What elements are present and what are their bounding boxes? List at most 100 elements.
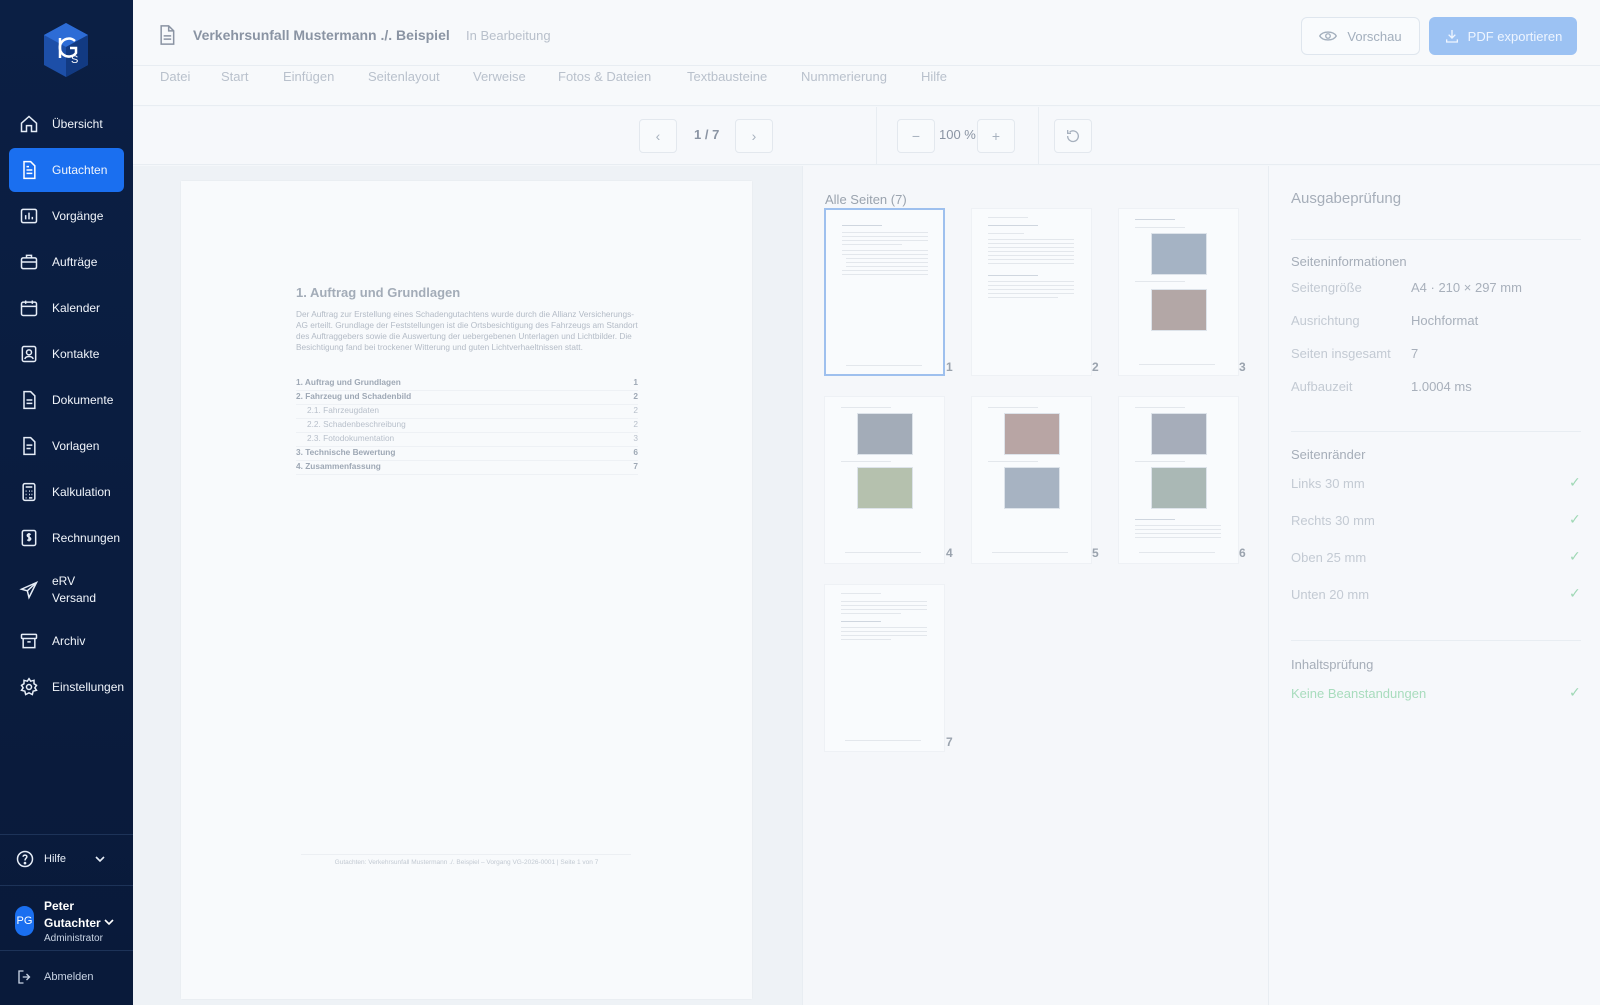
prev-page-button[interactable]: ‹ xyxy=(639,119,677,153)
preview-label: Vorschau xyxy=(1347,28,1402,44)
sidebar-item-vorgaenge[interactable]: Vorgänge xyxy=(9,194,124,238)
sidebar-item-label: Übersicht xyxy=(52,116,103,131)
page-indicator: 1 / 7 xyxy=(694,127,720,142)
sidebar-item-einstellungen[interactable]: Einstellungen xyxy=(9,665,124,709)
sidebar-item-dokumente[interactable]: Dokumente xyxy=(9,378,124,422)
page-thumbnail[interactable] xyxy=(824,396,945,564)
toolbar-separator xyxy=(876,107,877,165)
toc-entry[interactable]: 1. Auftrag und Grundlagen 1 xyxy=(296,377,638,391)
toc-entry[interactable]: 4. Zusammenfassung 7 xyxy=(296,461,638,475)
sidebar-item-erv-versand[interactable]: eRV Versand xyxy=(9,572,124,608)
menu-fotos-dateien[interactable]: Fotos & Dateien xyxy=(558,69,651,84)
logout-button[interactable]: Abmelden xyxy=(16,968,94,986)
menu-seitenlayout[interactable]: Seitenlayout xyxy=(368,69,440,84)
toc-entry[interactable]: 2.3. Fotodokumentation 3 xyxy=(296,433,638,447)
toc-entry[interactable]: 2.2. Schadenbeschreibung 2 xyxy=(296,419,638,433)
check-icon: ✓ xyxy=(1569,585,1581,601)
photo-placeholder xyxy=(1151,467,1207,509)
thumbnail-number: 2 xyxy=(1092,360,1099,374)
app-logo[interactable]: S xyxy=(42,22,90,78)
table-of-contents: 1. Auftrag und Grundlagen 1 2. Fahrzeug u… xyxy=(296,377,638,475)
template-icon xyxy=(23,436,36,456)
gear-icon xyxy=(20,677,38,696)
menu-textbausteine[interactable]: Textbausteine xyxy=(687,69,767,84)
document-viewer[interactable]: 1. Auftrag und Grundlagen Der Auftrag zu… xyxy=(133,166,802,1005)
file-icon xyxy=(23,390,36,410)
export-pdf-button[interactable]: PDF exportieren xyxy=(1429,17,1577,55)
sidebar-item-label: Archiv xyxy=(52,633,86,648)
next-page-button[interactable]: › xyxy=(735,119,773,153)
sidebar-item-gutachten[interactable]: Gutachten xyxy=(9,148,124,192)
eye-icon xyxy=(1319,31,1338,41)
margin-label: Links 30 mm xyxy=(1291,476,1365,491)
avatar: PG xyxy=(15,906,34,936)
help-menu[interactable]: Hilfe xyxy=(16,850,116,868)
panel-divider xyxy=(1291,431,1581,432)
refresh-button[interactable] xyxy=(1054,119,1092,153)
sidebar-item-kontakte[interactable]: Kontakte xyxy=(9,332,124,376)
contact-icon xyxy=(21,345,37,363)
page-footer: Gutachten: Verkehrsunfall Mustermann ./.… xyxy=(334,859,599,866)
sidebar-item-uebersicht[interactable]: Übersicht xyxy=(9,102,124,146)
user-menu[interactable]: PG Peter Gutachter Administrator xyxy=(15,896,125,946)
sidebar-item-auftraege[interactable]: Aufträge xyxy=(9,240,124,284)
zoom-in-button[interactable]: + xyxy=(977,119,1015,153)
chevron-down-icon xyxy=(104,919,114,926)
menu-nummerierung[interactable]: Nummerierung xyxy=(801,69,887,84)
menu-bar: Datei Start Einfügen Seitenlayout Verwei… xyxy=(133,66,1600,106)
thumbnail-number: 5 xyxy=(1092,546,1099,560)
sidebar-item-label: Rechnungen xyxy=(52,530,121,545)
sidebar-item-label: Aufträge xyxy=(52,254,98,269)
info-value: 1.0004 ms xyxy=(1411,379,1472,394)
menu-einfuegen[interactable]: Einfügen xyxy=(283,69,334,84)
page-thumbnail[interactable] xyxy=(1118,208,1239,376)
toc-entry[interactable]: 2. Fahrzeug und Schadenbild 2 xyxy=(296,391,638,405)
chevron-down-icon xyxy=(95,856,105,863)
margin-label: Oben 25 mm xyxy=(1291,550,1367,565)
page-thumbnail[interactable] xyxy=(824,208,945,376)
sidebar-item-vorlagen[interactable]: Vorlagen xyxy=(9,424,124,468)
toc-entry[interactable]: 2.1. Fahrzeugdaten 2 xyxy=(296,405,638,419)
photo-placeholder xyxy=(857,413,913,455)
sidebar-item-label: Kontakte xyxy=(52,346,100,361)
check-icon: ✓ xyxy=(1569,511,1581,527)
export-label: PDF exportieren xyxy=(1467,28,1563,44)
refresh-icon xyxy=(1066,130,1079,143)
sidebar-item-kalkulation[interactable]: Kalkulation xyxy=(9,470,124,514)
sidebar-item-archiv[interactable]: Archiv xyxy=(9,619,124,663)
page-thumbnail[interactable] xyxy=(1118,396,1239,564)
page-footer-divider xyxy=(301,854,631,855)
menu-hilfe[interactable]: Hilfe xyxy=(921,69,947,84)
help-label: Hilfe xyxy=(44,853,67,865)
toc-entry[interactable]: 3. Technische Bewertung 6 xyxy=(296,447,638,461)
sidebar-item-label: Vorlagen xyxy=(52,438,100,453)
briefcase-icon xyxy=(20,254,38,270)
thumbnail-number: 6 xyxy=(1239,546,1246,560)
toolbar-separator xyxy=(1038,107,1039,165)
page-thumbnail[interactable] xyxy=(824,584,945,752)
page-thumbnail[interactable] xyxy=(971,396,1092,564)
sidebar-divider xyxy=(0,950,133,951)
menu-verweise[interactable]: Verweise xyxy=(473,69,526,84)
photo-placeholder xyxy=(1151,233,1207,275)
zoom-out-button[interactable]: − xyxy=(897,119,935,153)
sidebar-item-kalender[interactable]: Kalender xyxy=(9,286,124,330)
page-heading: 1. Auftrag und Grundlagen xyxy=(296,285,461,300)
preview-button[interactable]: Vorschau xyxy=(1301,17,1420,55)
photo-placeholder xyxy=(857,467,913,509)
menu-datei[interactable]: Datei xyxy=(160,69,190,84)
page-thumbnail[interactable] xyxy=(971,208,1092,376)
sidebar-item-rechnungen[interactable]: Rechnungen xyxy=(9,516,124,560)
margin-label: Unten 20 mm xyxy=(1291,587,1370,602)
photo-placeholder xyxy=(1004,467,1060,509)
user-name: Peter Gutachter xyxy=(44,899,101,930)
logout-label: Abmelden xyxy=(44,971,94,983)
check-icon: ✓ xyxy=(1569,684,1581,700)
toolbar: ‹ 1 / 7 › − 100 % + xyxy=(133,107,1600,165)
menu-start[interactable]: Start xyxy=(221,69,248,84)
sidebar-divider xyxy=(0,834,133,835)
archive-icon xyxy=(20,633,38,649)
sidebar-item-label: Vorgänge xyxy=(52,208,104,223)
info-key: Seiten insgesamt xyxy=(1291,346,1391,361)
sidebar-item-label: Kalender xyxy=(52,300,101,315)
